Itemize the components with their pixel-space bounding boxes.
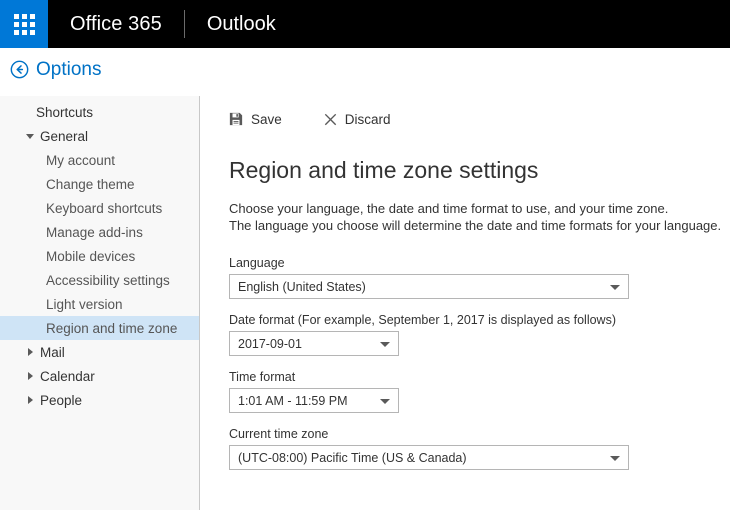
suite-header-bar: Office 365 Outlook xyxy=(0,0,730,48)
language-field: Language English (United States) xyxy=(229,256,730,299)
chevron-down-icon xyxy=(380,341,390,347)
chevron-down-icon xyxy=(610,284,620,290)
date-format-field: Date format (For example, September 1, 2… xyxy=(229,313,730,356)
time-zone-select[interactable]: (UTC-08:00) Pacific Time (US & Canada) xyxy=(229,445,629,470)
page-title: Options xyxy=(36,59,102,80)
sidebar-item-label: Change theme xyxy=(46,176,135,192)
close-x-icon xyxy=(324,113,336,125)
chevron-right-icon[interactable] xyxy=(26,347,36,357)
options-navigation-pane: Shortcuts General My account Change theme Ke… xyxy=(0,96,200,510)
sidebar-item-accessibility-settings[interactable]: Accessibility settings xyxy=(0,268,199,292)
chevron-right-icon[interactable] xyxy=(26,371,36,381)
save-floppy-icon xyxy=(229,112,243,126)
chevron-down-icon[interactable] xyxy=(26,131,36,141)
chevron-right-icon[interactable] xyxy=(26,395,36,405)
suite-brand-label[interactable]: Office 365 xyxy=(48,0,184,48)
sidebar-item-label: Mail xyxy=(40,344,65,360)
date-format-selected-value: 2017-09-01 xyxy=(238,336,302,351)
sidebar-item-change-theme[interactable]: Change theme xyxy=(0,172,199,196)
back-circle-arrow-icon[interactable] xyxy=(10,60,29,79)
settings-description: Choose your language, the date and time … xyxy=(229,200,730,234)
sidebar-item-label: Region and time zone xyxy=(46,320,178,336)
description-line-2: The language you choose will determine t… xyxy=(229,218,722,233)
sidebar-item-mail[interactable]: Mail xyxy=(0,340,199,364)
sidebar-item-label: Accessibility settings xyxy=(46,272,170,288)
sidebar-item-mobile-devices[interactable]: Mobile devices xyxy=(0,244,199,268)
sidebar-item-label: Mobile devices xyxy=(46,248,136,264)
sidebar-item-label: People xyxy=(40,392,83,408)
save-button[interactable]: Save xyxy=(229,112,282,127)
date-format-label: Date format (For example, September 1, 2… xyxy=(229,313,616,327)
language-selected-value: English (United States) xyxy=(238,279,366,294)
description-line-1: Choose your language, the date and time … xyxy=(229,201,669,216)
time-zone-field: Current time zone (UTC-08:00) Pacific Ti… xyxy=(229,427,730,470)
app-launcher-waffle-icon xyxy=(13,13,35,35)
sidebar-item-label: Calendar xyxy=(40,368,95,384)
sidebar-item-people[interactable]: People xyxy=(0,388,199,412)
language-label: Language xyxy=(229,256,285,270)
sidebar-item-light-version[interactable]: Light version xyxy=(0,292,199,316)
save-button-label: Save xyxy=(251,111,282,127)
sidebar-item-label: Light version xyxy=(46,296,123,312)
settings-heading: Region and time zone settings xyxy=(229,157,539,183)
time-format-selected-value: 1:01 AM - 11:59 PM xyxy=(238,393,348,408)
time-zone-selected-value: (UTC-08:00) Pacific Time (US & Canada) xyxy=(238,450,467,465)
sidebar-item-manage-add-ins[interactable]: Manage add-ins xyxy=(0,220,199,244)
sidebar-item-general[interactable]: General xyxy=(0,124,199,148)
sidebar-item-keyboard-shortcuts[interactable]: Keyboard shortcuts xyxy=(0,196,199,220)
settings-content-pane: Save Discard Region and time zone settin… xyxy=(200,96,730,514)
sidebar-item-region-and-time-zone[interactable]: Region and time zone xyxy=(0,316,199,340)
discard-button[interactable]: Discard xyxy=(324,112,391,127)
sidebar-item-label: My account xyxy=(46,152,116,168)
time-zone-label: Current time zone xyxy=(229,427,329,441)
sidebar-item-label: Manage add-ins xyxy=(46,224,143,240)
discard-button-label: Discard xyxy=(344,111,391,127)
sidebar-item-shortcuts[interactable]: Shortcuts xyxy=(0,100,199,124)
time-format-select[interactable]: 1:01 AM - 11:59 PM xyxy=(229,388,399,413)
app-name-label[interactable]: Outlook xyxy=(185,0,298,48)
language-select[interactable]: English (United States) xyxy=(229,274,629,299)
time-format-label: Time format xyxy=(229,370,296,384)
app-launcher-button[interactable] xyxy=(0,0,48,48)
sidebar-item-calendar[interactable]: Calendar xyxy=(0,364,199,388)
sidebar-item-label: Shortcuts xyxy=(36,104,94,120)
time-format-field: Time format 1:01 AM - 11:59 PM xyxy=(229,370,730,413)
options-back-header[interactable]: Options xyxy=(10,60,101,79)
sidebar-item-label: Keyboard shortcuts xyxy=(46,200,163,216)
chevron-down-icon xyxy=(610,455,620,461)
date-format-select[interactable]: 2017-09-01 xyxy=(229,331,399,356)
chevron-down-icon xyxy=(380,398,390,404)
sidebar-item-my-account[interactable]: My account xyxy=(0,148,199,172)
command-bar: Save Discard xyxy=(229,108,730,130)
sidebar-item-label: General xyxy=(40,128,89,144)
